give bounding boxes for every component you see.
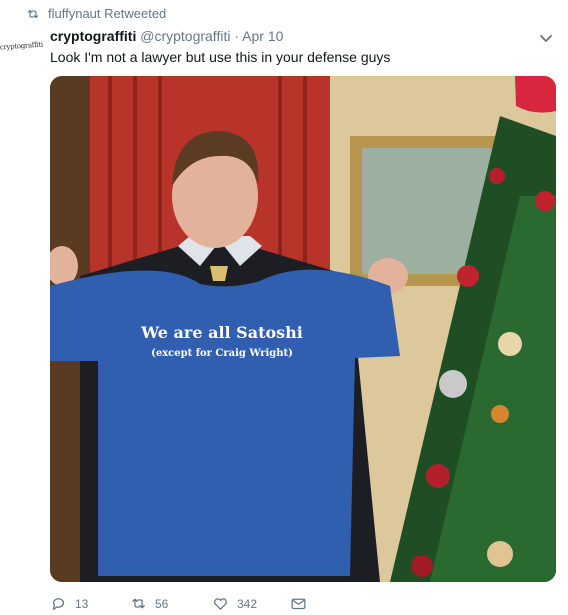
tweet-header: cryptograffiti @cryptograffiti · Apr 10 [50,27,528,45]
envelope-icon [291,598,306,610]
avatar[interactable]: cryptograffiti [0,40,44,57]
chevron-down-icon[interactable] [538,30,554,46]
display-name[interactable]: cryptograffiti [50,28,136,44]
user-handle[interactable]: @cryptograffiti [140,28,230,44]
retweeted-by[interactable]: fluffynaut Retweeted [26,6,166,21]
retweet-button[interactable]: 56 [130,595,168,612]
reply-button[interactable]: 13 [50,595,88,612]
retweet-icon [27,9,39,18]
tweet-timestamp[interactable]: Apr 10 [242,28,283,44]
reply-count: 13 [75,596,89,611]
retweet-count: 56 [155,596,169,611]
direct-message-button[interactable] [290,595,307,612]
tweet-photo[interactable]: We are all Satoshi (except for Craig Wri… [50,76,556,582]
retweeted-by-label: fluffynaut Retweeted [48,6,167,21]
retweet-icon [132,598,145,609]
shirt-line-2: (except for Craig Wright) [151,348,293,359]
heart-icon [214,598,227,610]
photo-illustration: We are all Satoshi (except for Craig Wri… [50,76,556,582]
tweet-actions: 13 56 342 [50,595,350,613]
separator-dot: · [234,28,240,44]
like-count: 342 [237,596,258,611]
tweet-text: Look I'm not a lawyer but use this in yo… [50,49,391,65]
shirt-line-1: We are all Satoshi [140,323,303,342]
like-button[interactable]: 342 [212,595,257,612]
reply-icon [52,598,65,610]
